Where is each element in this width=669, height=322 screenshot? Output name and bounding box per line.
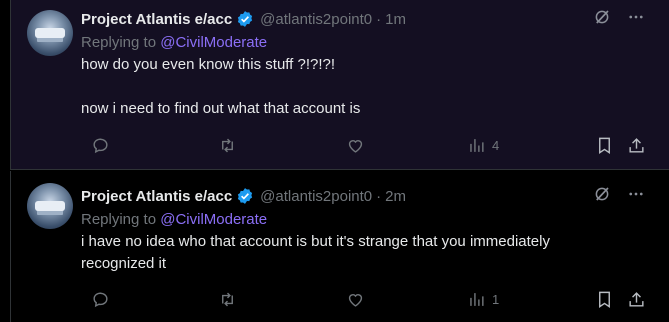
grok-icon[interactable] bbox=[593, 185, 611, 203]
tweet-text-blank-line bbox=[81, 76, 659, 98]
views-button[interactable]: 1 bbox=[467, 290, 499, 309]
tweet-text: how do you even know this stuff ?!?!?! n… bbox=[81, 54, 659, 120]
tweet-card[interactable]: Project Atlantis e/acc @atlantis2point0 … bbox=[10, 0, 669, 170]
views-icon bbox=[470, 138, 484, 152]
replying-prefix: Replying to bbox=[81, 34, 157, 51]
bookmark-button[interactable] bbox=[595, 136, 614, 155]
replying-to: Replying to @CivilModerate bbox=[81, 209, 659, 231]
more-icon[interactable] bbox=[627, 8, 645, 26]
views-icon bbox=[470, 292, 484, 306]
author-name[interactable]: Project Atlantis e/acc bbox=[81, 188, 232, 205]
bookmark-icon bbox=[599, 291, 610, 308]
retweet-button[interactable] bbox=[218, 136, 237, 155]
timestamp[interactable]: 2m bbox=[385, 188, 406, 205]
header-icons bbox=[593, 185, 645, 203]
reply-button[interactable] bbox=[91, 136, 110, 155]
mention-link[interactable]: @CivilModerate bbox=[160, 34, 267, 51]
reply-icon bbox=[93, 137, 108, 153]
verified-badge-icon bbox=[238, 11, 253, 27]
tweet-text-line: recognized it bbox=[81, 255, 167, 272]
retweet-button[interactable] bbox=[218, 290, 237, 309]
retweet-icon bbox=[222, 292, 233, 306]
separator: · bbox=[376, 10, 382, 28]
timestamp[interactable]: 1m bbox=[385, 11, 406, 28]
share-icon bbox=[629, 291, 644, 307]
bookmark-button[interactable] bbox=[595, 290, 614, 309]
grok-icon[interactable] bbox=[593, 8, 611, 26]
author-handle[interactable]: @atlantis2point0 bbox=[260, 188, 372, 205]
avatar[interactable] bbox=[27, 183, 73, 229]
views-count: 4 bbox=[492, 137, 500, 153]
like-button[interactable] bbox=[346, 136, 365, 155]
views-count: 1 bbox=[492, 291, 500, 307]
mention-link[interactable]: @CivilModerate bbox=[160, 211, 267, 228]
tweet-text-line: how do you even know this stuff ?!?!?! bbox=[81, 56, 336, 73]
reply-icon bbox=[93, 291, 108, 307]
tweet-text-line: now i need to find out what that account… bbox=[81, 100, 361, 117]
author-name[interactable]: Project Atlantis e/acc bbox=[81, 11, 232, 28]
tweet-content: Project Atlantis e/acc @atlantis2point0 … bbox=[81, 185, 659, 275]
action-bar: 4 bbox=[91, 135, 651, 155]
like-icon bbox=[348, 139, 363, 153]
more-icon[interactable] bbox=[627, 185, 645, 203]
like-icon bbox=[348, 293, 363, 307]
reply-button[interactable] bbox=[91, 290, 110, 309]
share-button[interactable] bbox=[627, 290, 646, 309]
separator: · bbox=[376, 187, 382, 205]
action-bar: 1 bbox=[91, 289, 651, 309]
replying-to: Replying to @CivilModerate bbox=[81, 32, 659, 54]
avatar[interactable] bbox=[27, 10, 73, 56]
tweet-header: Project Atlantis e/acc @atlantis2point0 … bbox=[81, 185, 659, 207]
like-button[interactable] bbox=[346, 290, 365, 309]
retweet-icon bbox=[222, 138, 233, 152]
header-icons bbox=[593, 8, 645, 26]
share-icon bbox=[629, 137, 644, 153]
views-button[interactable]: 4 bbox=[467, 136, 499, 155]
share-button[interactable] bbox=[627, 136, 646, 155]
tweet-card[interactable]: Project Atlantis e/acc @atlantis2point0 … bbox=[10, 171, 669, 322]
tweet-content: Project Atlantis e/acc @atlantis2point0 … bbox=[81, 8, 659, 120]
tweet-text-line: i have no idea who that account is but i… bbox=[81, 233, 550, 250]
verified-badge-icon bbox=[238, 188, 253, 204]
author-handle[interactable]: @atlantis2point0 bbox=[260, 11, 372, 28]
tweet-text: i have no idea who that account is but i… bbox=[81, 231, 659, 275]
bookmark-icon bbox=[599, 137, 610, 154]
replying-prefix: Replying to bbox=[81, 211, 157, 228]
tweet-header: Project Atlantis e/acc @atlantis2point0 … bbox=[81, 8, 659, 30]
